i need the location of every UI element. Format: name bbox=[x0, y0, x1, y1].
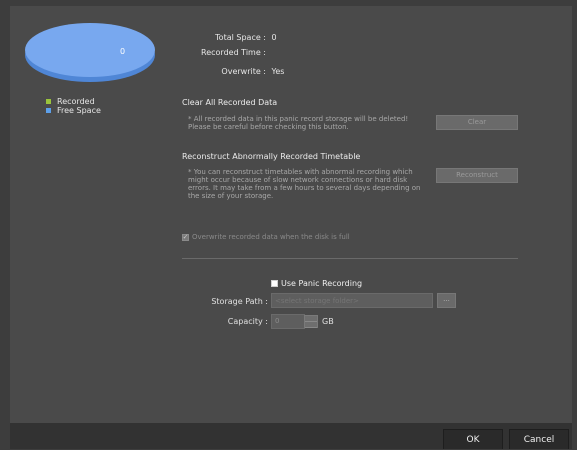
capacity-label: Capacity : bbox=[227, 317, 268, 326]
overwrite-checkbox-label: Overwrite recorded data when the disk is… bbox=[192, 233, 350, 241]
overwrite-checkbox[interactable]: ✓ bbox=[182, 233, 189, 241]
reconstruct-desc-line-1: * You can reconstruct timetables with ab… bbox=[188, 168, 413, 176]
use-panic-recording-checkbox[interactable] bbox=[271, 280, 278, 287]
overwrite-value: Yes bbox=[271, 67, 285, 76]
legend-label-free-space: Free Space bbox=[57, 106, 101, 115]
use-panic-recording-label: Use Panic Recording bbox=[281, 279, 363, 288]
reconstruct-desc-line-4: the size of your storage. bbox=[188, 192, 274, 200]
overwrite-checkbox-row[interactable]: ✓ Overwrite recorded data when the disk … bbox=[182, 233, 350, 241]
pie-center-label: 0 bbox=[120, 47, 125, 56]
capacity-input[interactable]: 0 bbox=[271, 314, 305, 329]
storage-pie-chart: 0 bbox=[25, 23, 155, 82]
pie-free-slice bbox=[25, 23, 155, 77]
clear-desc-line-2: Please be careful before checking this b… bbox=[188, 123, 349, 131]
legend-label-recorded: Recorded bbox=[57, 97, 95, 106]
capacity-stepper[interactable] bbox=[304, 315, 318, 328]
overwrite-row: Overwrite : Yes bbox=[178, 67, 284, 76]
dialog-footer: OK Cancel bbox=[10, 423, 572, 449]
total-space-value: 0 bbox=[271, 33, 277, 42]
section-divider bbox=[182, 258, 518, 259]
chart-legend: Recorded Free Space bbox=[46, 97, 101, 115]
clear-button[interactable]: Clear bbox=[436, 115, 518, 130]
legend-item-free-space: Free Space bbox=[46, 106, 101, 115]
capacity-unit: GB bbox=[322, 317, 334, 326]
reconstruct-description: * You can reconstruct timetables with ab… bbox=[188, 168, 433, 200]
cancel-button[interactable]: Cancel bbox=[509, 429, 569, 449]
legend-item-recorded: Recorded bbox=[46, 97, 101, 106]
recorded-time-row: Recorded Time : bbox=[178, 48, 269, 57]
storage-path-input[interactable] bbox=[271, 293, 433, 308]
clear-desc-line-1: * All recorded data in this panic record… bbox=[188, 115, 409, 123]
overwrite-label: Overwrite : bbox=[221, 67, 266, 76]
legend-swatch-recorded bbox=[46, 99, 51, 104]
legend-swatch-free-space bbox=[46, 108, 51, 113]
storage-path-label: Storage Path : bbox=[211, 297, 268, 306]
total-space-label: Total Space : bbox=[215, 33, 266, 42]
clear-description: * All recorded data in this panic record… bbox=[188, 115, 433, 131]
total-space-row: Total Space : 0 bbox=[178, 33, 277, 42]
reconstruct-button[interactable]: Reconstruct bbox=[436, 168, 518, 183]
use-panic-recording-row[interactable]: Use Panic Recording bbox=[271, 279, 362, 288]
recorded-time-label: Recorded Time : bbox=[201, 48, 266, 57]
reconstruct-section-title: Reconstruct Abnormally Recorded Timetabl… bbox=[182, 152, 361, 161]
ok-button[interactable]: OK bbox=[443, 429, 503, 449]
stepper-down-icon[interactable] bbox=[305, 322, 317, 328]
clear-section-title: Clear All Recorded Data bbox=[182, 98, 278, 107]
reconstruct-desc-line-2: might occur because of slow network conn… bbox=[188, 176, 408, 184]
reconstruct-desc-line-3: errors. It may take from a few hours to … bbox=[188, 184, 421, 192]
browse-folder-button[interactable]: ... bbox=[437, 293, 456, 308]
